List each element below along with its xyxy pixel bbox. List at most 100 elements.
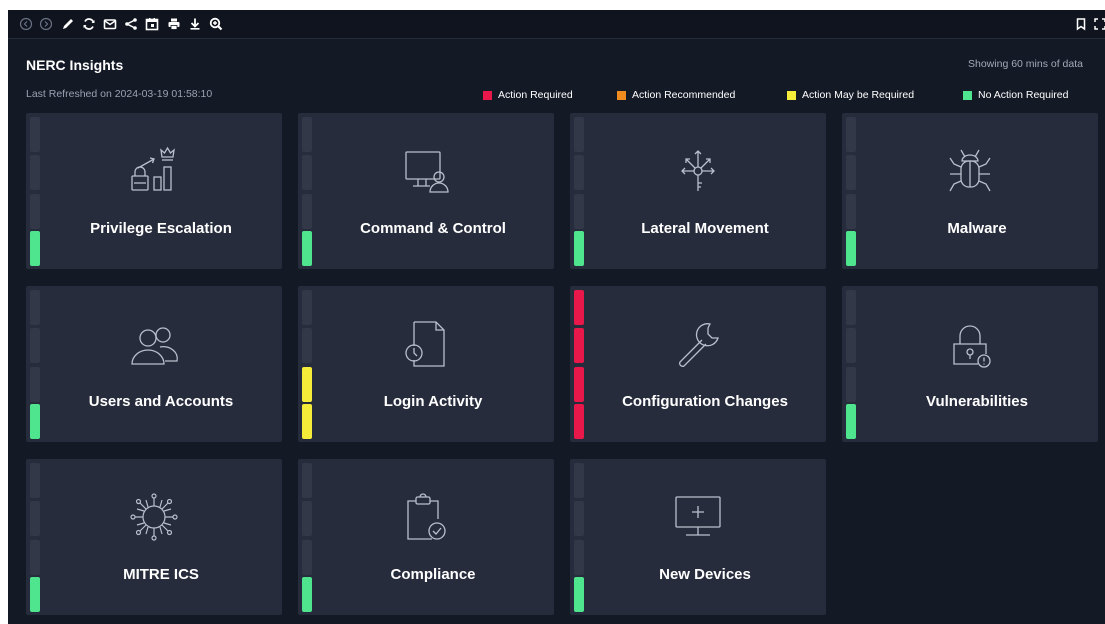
mitre-virus-icon [124, 487, 184, 547]
status-bar [302, 463, 312, 498]
compliance-clipboard-icon [396, 487, 456, 547]
card-title: Vulnerabilities [926, 393, 1028, 410]
legend-swatch [483, 90, 492, 100]
status-bar [574, 328, 584, 363]
status-bar [302, 404, 312, 439]
card-title: Malware [947, 220, 1007, 237]
card-lateral-movement[interactable]: Lateral Movement [570, 113, 826, 269]
card-title: Configuration Changes [622, 393, 788, 410]
command-control-icon [396, 141, 456, 201]
card-users-and-accounts[interactable]: Users and Accounts [26, 286, 282, 442]
status-bar [574, 194, 584, 229]
users-icon [124, 314, 184, 374]
legend-action-required: Action Required [483, 88, 573, 102]
vulnerability-lock-icon [940, 314, 1000, 374]
status-bar [30, 577, 40, 612]
status-bar [846, 231, 856, 266]
dashboard-app: NERC Insights Last Refreshed on 2024-03-… [8, 10, 1105, 624]
card-mitre-ics[interactable]: MITRE ICS [26, 459, 282, 615]
card-command-control[interactable]: Command & Control [298, 113, 554, 269]
legend-swatch [787, 90, 796, 100]
lateral-movement-icon [668, 141, 728, 201]
status-bar [846, 194, 856, 229]
status-bar [30, 328, 40, 363]
status-bar [30, 231, 40, 266]
card-title: Compliance [390, 566, 476, 583]
legend-action-recommended: Action Recommended [617, 88, 735, 102]
card-title: Users and Accounts [88, 393, 234, 410]
malware-bug-icon [940, 141, 1000, 201]
status-bar [846, 155, 856, 190]
zoom-in-icon[interactable] [206, 14, 226, 34]
status-bar [30, 404, 40, 439]
status-bar [846, 117, 856, 152]
status-bar [574, 155, 584, 190]
status-bar [302, 540, 312, 575]
status-bar [302, 367, 312, 402]
legend-swatch [617, 90, 626, 100]
card-compliance[interactable]: Compliance [298, 459, 554, 615]
status-bar [302, 117, 312, 152]
status-bar [574, 577, 584, 612]
status-bar [30, 501, 40, 536]
card-title: Login Activity [383, 393, 483, 410]
data-window-text: Showing 60 mins of data [968, 58, 1083, 70]
card-title: Lateral Movement [641, 220, 769, 237]
pencil-icon[interactable] [58, 14, 78, 34]
card-new-devices[interactable]: New Devices [570, 459, 826, 615]
legend-label: No Action Required [978, 89, 1069, 101]
card-title: Privilege Escalation [90, 220, 232, 237]
status-bar [574, 117, 584, 152]
card-malware[interactable]: Malware [842, 113, 1098, 269]
back-icon[interactable] [16, 14, 36, 34]
status-bar [846, 328, 856, 363]
status-bar [30, 463, 40, 498]
status-bar [30, 155, 40, 190]
legend-action-may-be-required: Action May be Required [787, 88, 914, 102]
status-bar [574, 290, 584, 325]
card-title: New Devices [659, 566, 751, 583]
forward-icon[interactable] [36, 14, 56, 34]
status-bar [30, 117, 40, 152]
status-bar [30, 290, 40, 325]
card-login-activity[interactable]: Login Activity [298, 286, 554, 442]
status-bar [574, 367, 584, 402]
status-bar [302, 290, 312, 325]
card-vulnerabilities[interactable]: Vulnerabilities [842, 286, 1098, 442]
share-icon[interactable] [121, 14, 141, 34]
legend-label: Action Required [498, 89, 573, 101]
status-bar [846, 290, 856, 325]
status-bar [30, 367, 40, 402]
refresh-icon[interactable] [79, 14, 99, 34]
bookmark-icon[interactable] [1071, 14, 1091, 34]
toolbar [8, 10, 1105, 39]
last-refreshed-text: Last Refreshed on 2024-03-19 01:58:10 [26, 88, 213, 100]
status-bar [302, 577, 312, 612]
legend-label: Action Recommended [632, 89, 736, 101]
new-device-icon [668, 487, 728, 547]
status-bar [30, 540, 40, 575]
status-bar [302, 155, 312, 190]
status-bar [574, 501, 584, 536]
fullscreen-icon[interactable] [1090, 14, 1105, 34]
status-bar [302, 194, 312, 229]
login-activity-icon [396, 314, 456, 374]
status-bar [30, 194, 40, 229]
page-title: NERC Insights [26, 57, 124, 73]
card-title: MITRE ICS [123, 566, 199, 583]
status-bar [302, 328, 312, 363]
status-bar [846, 367, 856, 402]
status-bar [302, 501, 312, 536]
card-title: Command & Control [360, 220, 506, 237]
download-icon[interactable] [185, 14, 205, 34]
print-icon[interactable] [164, 14, 184, 34]
status-bar [574, 404, 584, 439]
email-icon[interactable] [100, 14, 120, 34]
legend-no-action-required: No Action Required [963, 88, 1068, 102]
status-bar [574, 540, 584, 575]
card-privilege-escalation[interactable]: Privilege Escalation [26, 113, 282, 269]
calendar-icon[interactable] [142, 14, 162, 34]
card-configuration-changes[interactable]: Configuration Changes [570, 286, 826, 442]
status-bar [302, 231, 312, 266]
wrench-icon [668, 314, 728, 374]
